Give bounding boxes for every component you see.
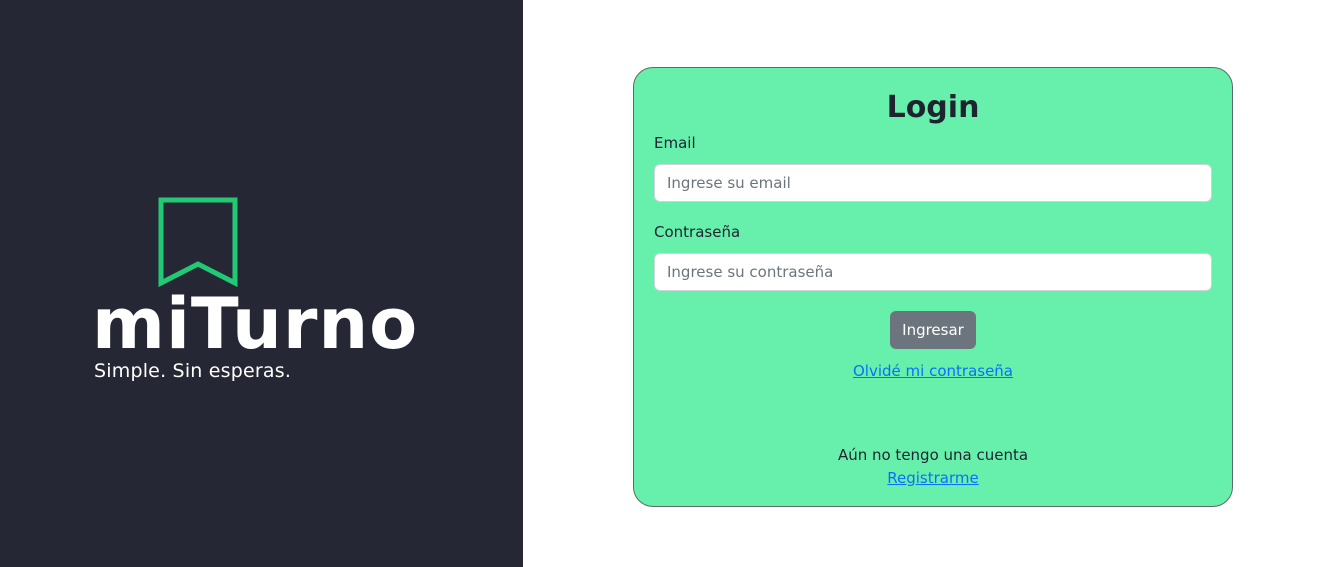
form-panel: Login Email Contraseña Ingresar Olvidé m… <box>523 0 1340 567</box>
no-account-text: Aún no tengo una cuenta <box>837 446 1029 464</box>
register-row: Registrarme <box>654 468 1212 487</box>
brand-panel: miTurno Simple. Sin esperas. <box>0 0 523 567</box>
submit-row: Ingresar <box>654 311 1212 349</box>
register-link[interactable]: Registrarme <box>887 469 978 487</box>
email-field[interactable] <box>654 164 1212 202</box>
password-label: Contraseña <box>654 223 741 241</box>
login-card: Login Email Contraseña Ingresar Olvidé m… <box>633 67 1233 507</box>
page-title: Login <box>886 90 980 125</box>
brand-tagline: Simple. Sin esperas. <box>94 360 292 382</box>
login-button[interactable]: Ingresar <box>890 311 976 349</box>
forgot-row: Olvidé mi contraseña <box>654 361 1212 380</box>
login-page: miTurno Simple. Sin esperas. Login Email… <box>0 0 1340 567</box>
bookmark-icon <box>158 197 238 293</box>
email-label: Email <box>654 134 696 152</box>
forgot-password-link[interactable]: Olvidé mi contraseña <box>853 362 1013 380</box>
brand-name: miTurno <box>92 283 419 365</box>
password-field[interactable] <box>654 253 1212 291</box>
